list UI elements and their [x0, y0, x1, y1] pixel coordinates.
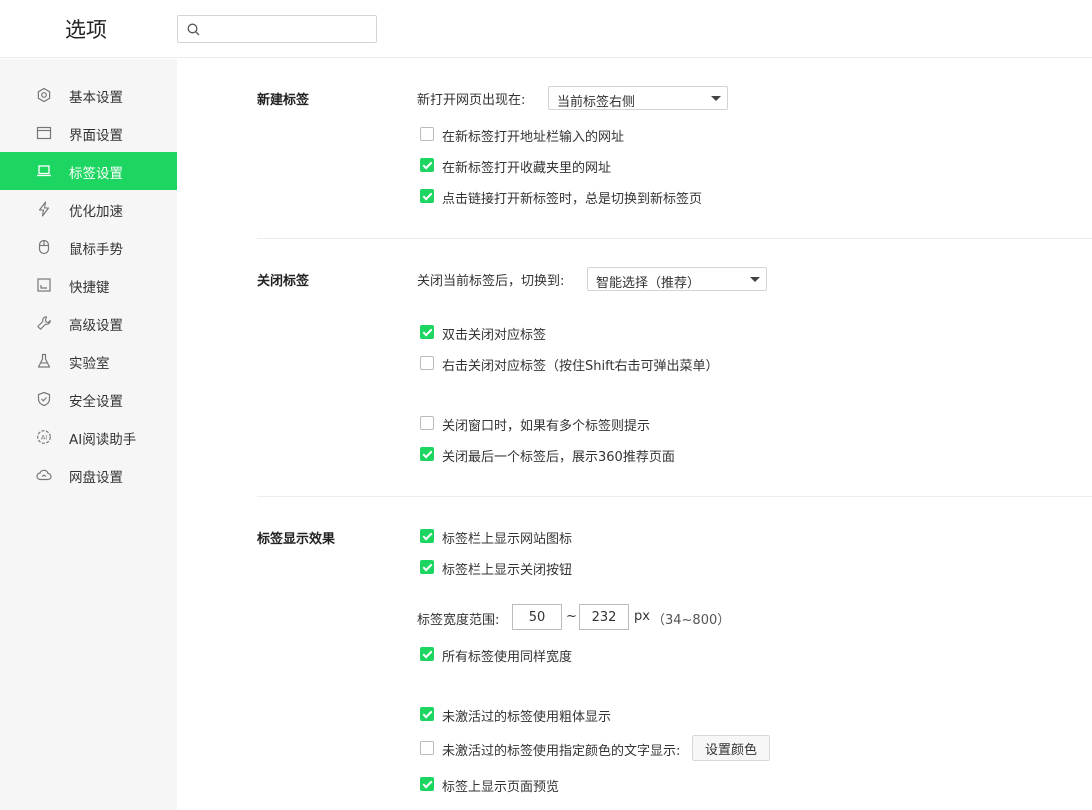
- sidebar-item-lab[interactable]: 实验室: [0, 342, 177, 380]
- sidebar-item-label: 鼠标手势: [69, 242, 123, 258]
- section-divider: [257, 496, 1092, 497]
- checkbox[interactable]: [420, 325, 434, 339]
- sidebar-item-label: 快捷键: [69, 280, 110, 296]
- sidebar-item-label: AI阅读助手: [69, 432, 137, 448]
- section-title-close-tab: 关闭标签: [257, 274, 310, 289]
- checkbox[interactable]: [420, 707, 434, 721]
- option-label: 标签上显示页面预览: [442, 780, 560, 795]
- checkbox[interactable]: [420, 189, 434, 203]
- sidebar: 基本设置 界面设置 标签设置 优化加速 鼠标手势 快捷键 高级设置 实验室 安全…: [0, 59, 177, 810]
- checkbox[interactable]: [420, 158, 434, 172]
- open-position-select[interactable]: 当前标签右侧: [548, 86, 728, 110]
- switch-to-label: 关闭当前标签后，切换到:: [417, 274, 565, 289]
- checkbox[interactable]: [420, 777, 434, 791]
- chevron-down-icon: [750, 277, 760, 282]
- switch-to-select[interactable]: 智能选择（推荐）: [587, 267, 767, 291]
- open-position-label: 新打开网页出现在:: [417, 93, 526, 108]
- wrench-icon: [37, 316, 51, 330]
- svg-text:AI: AI: [41, 434, 47, 442]
- width-max-input[interactable]: [579, 604, 629, 630]
- sidebar-item-basic[interactable]: 基本设置: [0, 76, 177, 114]
- option-label: 标签栏上显示网站图标: [442, 532, 573, 547]
- laptop-icon: [37, 165, 51, 177]
- option-label: 关闭最后一个标签后，展示360推荐页面: [442, 450, 675, 465]
- flask-icon: [37, 353, 51, 368]
- section-divider: [257, 238, 1092, 239]
- option-label: 右击关闭对应标签（按住Shift右击可弹出菜单）: [442, 359, 719, 374]
- checkbox[interactable]: [420, 127, 434, 141]
- gear-icon: [37, 87, 51, 103]
- width-unit: px: [634, 609, 650, 624]
- sidebar-item-label: 实验室: [69, 356, 110, 372]
- option-label: 未激活过的标签使用指定颜色的文字显示:: [442, 744, 681, 759]
- cloud-icon: [36, 469, 52, 481]
- checkbox[interactable]: [420, 560, 434, 574]
- shield-icon: [37, 391, 51, 407]
- width-hint: （34~800）: [652, 613, 731, 628]
- option-label: 双击关闭对应标签: [442, 328, 547, 343]
- page-title: 选项: [65, 18, 107, 42]
- option-label: 在新标签打开收藏夹里的网址: [442, 161, 612, 176]
- checkbox[interactable]: [420, 447, 434, 461]
- section-title-display: 标签显示效果: [257, 532, 336, 547]
- search-icon: [187, 23, 200, 36]
- width-separator: ~: [566, 609, 577, 624]
- keyboard-icon: [37, 278, 51, 292]
- sidebar-item-label: 安全设置: [69, 394, 123, 410]
- header: 选项: [0, 0, 1092, 58]
- sidebar-item-label: 基本设置: [69, 90, 123, 106]
- sidebar-item-mouse-gesture[interactable]: 鼠标手势: [0, 228, 177, 266]
- sidebar-item-label: 网盘设置: [69, 470, 123, 486]
- window-icon: [36, 126, 52, 140]
- search-input[interactable]: [206, 19, 371, 39]
- sidebar-item-interface[interactable]: 界面设置: [0, 114, 177, 152]
- sidebar-item-label: 优化加速: [69, 204, 123, 220]
- checkbox[interactable]: [420, 529, 434, 543]
- width-max-field[interactable]: [580, 605, 628, 629]
- sidebar-item-cloud-drive[interactable]: 网盘设置: [0, 456, 177, 494]
- select-value: 智能选择（推荐）: [596, 276, 701, 291]
- width-min-input[interactable]: [512, 604, 562, 630]
- width-range-label: 标签宽度范围:: [417, 613, 500, 628]
- option-label: 点击链接打开新标签时，总是切换到新标签页: [442, 192, 703, 207]
- search-box[interactable]: [177, 15, 377, 43]
- option-label: 未激活过的标签使用粗体显示: [442, 710, 612, 725]
- mouse-icon: [38, 239, 50, 255]
- sidebar-item-label: 标签设置: [69, 166, 123, 182]
- ai-icon: AI: [37, 430, 51, 444]
- checkbox[interactable]: [420, 356, 434, 370]
- sidebar-item-advanced[interactable]: 高级设置: [0, 304, 177, 342]
- set-color-button[interactable]: 设置颜色: [692, 735, 770, 761]
- sidebar-item-security[interactable]: 安全设置: [0, 380, 177, 418]
- section-title-new-tab: 新建标签: [257, 93, 310, 108]
- chevron-down-icon: [711, 96, 721, 101]
- option-label: 标签栏上显示关闭按钮: [442, 563, 573, 578]
- checkbox[interactable]: [420, 647, 434, 661]
- sidebar-item-optimize[interactable]: 优化加速: [0, 190, 177, 228]
- sidebar-item-shortcuts[interactable]: 快捷键: [0, 266, 177, 304]
- sidebar-item-label: 界面设置: [69, 128, 123, 144]
- option-label: 在新标签打开地址栏输入的网址: [442, 130, 625, 145]
- checkbox[interactable]: [420, 741, 434, 755]
- select-value: 当前标签右侧: [557, 95, 636, 110]
- lightning-icon: [38, 201, 50, 217]
- sidebar-item-label: 高级设置: [69, 318, 123, 334]
- width-min-field[interactable]: [513, 605, 561, 629]
- sidebar-item-tabs[interactable]: 标签设置: [0, 152, 177, 190]
- checkbox[interactable]: [420, 416, 434, 430]
- sidebar-item-ai-reader[interactable]: AI AI阅读助手: [0, 418, 177, 456]
- option-label: 所有标签使用同样宽度: [442, 650, 573, 665]
- option-label: 关闭窗口时，如果有多个标签则提示: [442, 419, 651, 434]
